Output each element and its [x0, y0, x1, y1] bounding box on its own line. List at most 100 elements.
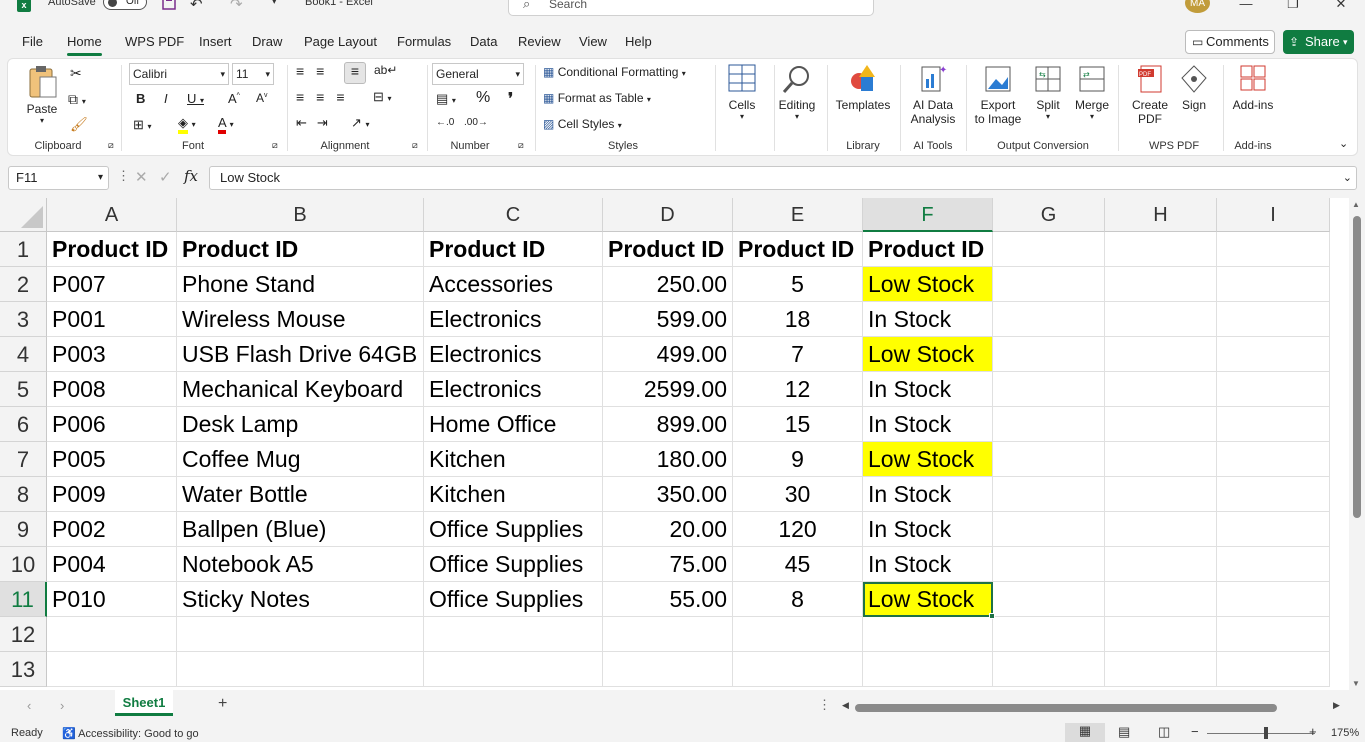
ai-data-analysis-button[interactable]: ✦ AI Data Analysis [906, 63, 960, 126]
cell-h1[interactable] [1105, 232, 1217, 267]
cell-e1[interactable]: Product ID [733, 232, 863, 267]
underline-icon[interactable]: U ▾ [187, 91, 204, 106]
cancel-icon[interactable]: ✕ [135, 168, 148, 186]
cell-g7[interactable] [993, 442, 1105, 477]
formula-input[interactable]: Low Stock ⌄ [209, 166, 1357, 190]
cell-styles-button[interactable]: ▨ Cell Styles ▾ [543, 117, 622, 131]
row-header-9[interactable]: 9 [0, 512, 47, 547]
cell-a8[interactable]: P009 [47, 477, 177, 512]
cell-e3[interactable]: 18 [733, 302, 863, 337]
cell-i4[interactable] [1217, 337, 1330, 372]
cell-e5[interactable]: 12 [733, 372, 863, 407]
cell-a9[interactable]: P002 [47, 512, 177, 547]
cell-f6[interactable]: In Stock [863, 407, 993, 442]
cell-i10[interactable] [1217, 547, 1330, 582]
tab-formulas[interactable]: Formulas [397, 30, 451, 54]
vertical-scroll-thumb[interactable] [1353, 216, 1361, 518]
tab-insert[interactable]: Insert [199, 30, 232, 54]
share-button[interactable]: ⇪ Share ▾ [1283, 30, 1354, 54]
tab-data[interactable]: Data [470, 30, 497, 54]
cell-a12[interactable] [47, 617, 177, 652]
font-color-icon[interactable]: A ▾ [218, 115, 234, 134]
cell-a6[interactable]: P006 [47, 407, 177, 442]
cell-e8[interactable]: 30 [733, 477, 863, 512]
insert-function-icon[interactable]: fx [184, 167, 198, 185]
tab-review[interactable]: Review [518, 30, 561, 54]
cell-c5[interactable]: Electronics [424, 372, 603, 407]
tab-view[interactable]: View [579, 30, 607, 54]
cell-g4[interactable] [993, 337, 1105, 372]
cell-d10[interactable]: 75.00 [603, 547, 733, 582]
cell-b8[interactable]: Water Bottle [177, 477, 424, 512]
cell-h12[interactable] [1105, 617, 1217, 652]
column-header-e[interactable]: E [733, 198, 863, 232]
cell-g11[interactable] [993, 582, 1105, 617]
cell-f5[interactable]: In Stock [863, 372, 993, 407]
zoom-slider[interactable] [1207, 733, 1315, 734]
editing-button[interactable]: Editing ▾ [778, 63, 816, 121]
autosave-toggle[interactable]: Off [103, 0, 147, 10]
horizontal-align-icons[interactable]: ≡≡≡ [296, 89, 357, 105]
export-to-image-button[interactable]: Export to Image [970, 63, 1026, 126]
cell-f1[interactable]: Product ID [863, 232, 993, 267]
format-painter-icon[interactable]: 🖌 [70, 116, 88, 133]
row-header-4[interactable]: 4 [0, 337, 47, 372]
cell-i12[interactable] [1217, 617, 1330, 652]
row-header-6[interactable]: 6 [0, 407, 47, 442]
cell-c3[interactable]: Electronics [424, 302, 603, 337]
column-header-g[interactable]: G [993, 198, 1105, 232]
add-ins-button[interactable]: Add-ins [1230, 63, 1276, 112]
font-name-select[interactable]: Calibri ▾ [129, 63, 229, 85]
cell-f11[interactable]: Low Stock [863, 582, 993, 617]
cell-g5[interactable] [993, 372, 1105, 407]
cell-c2[interactable]: Accessories [424, 267, 603, 302]
comments-button[interactable]: ▭ Comments [1185, 30, 1275, 54]
alignment-launcher-icon[interactable]: ⧄ [412, 140, 418, 151]
cell-i13[interactable] [1217, 652, 1330, 687]
cell-b5[interactable]: Mechanical Keyboard [177, 372, 424, 407]
cell-f4[interactable]: Low Stock [863, 337, 993, 372]
split-button[interactable]: ⇆ Split ▾ [1032, 63, 1064, 121]
row-header-8[interactable]: 8 [0, 477, 47, 512]
cell-f8[interactable]: In Stock [863, 477, 993, 512]
scroll-left-icon[interactable]: ◀ [842, 700, 849, 711]
worksheet-grid[interactable]: ABCDEFGHI 1 2 3 4 5 6 7 8 9 10 11 12 13 Product ID Pr… [0, 198, 1349, 690]
cell-c4[interactable]: Electronics [424, 337, 603, 372]
font-launcher-icon[interactable]: ⧄ [272, 140, 278, 151]
cell-c9[interactable]: Office Supplies [424, 512, 603, 547]
cell-e13[interactable] [733, 652, 863, 687]
tab-file[interactable]: File [22, 30, 43, 54]
row-header-2[interactable]: 2 [0, 267, 47, 302]
cell-c11[interactable]: Office Supplies [424, 582, 603, 617]
cell-g12[interactable] [993, 617, 1105, 652]
row-header-7[interactable]: 7 [0, 442, 47, 477]
paste-button[interactable]: Paste ▾ [24, 65, 60, 125]
font-size-select[interactable]: 11 ▾ [232, 63, 274, 85]
cell-b11[interactable]: Sticky Notes [177, 582, 424, 617]
column-header-d[interactable]: D [603, 198, 733, 232]
cell-d4[interactable]: 499.00 [603, 337, 733, 372]
column-header-c[interactable]: C [424, 198, 603, 232]
cell-f2[interactable]: Low Stock [863, 267, 993, 302]
column-header-f[interactable]: F [863, 198, 993, 232]
format-as-table-button[interactable]: ▦ Format as Table ▾ [543, 91, 651, 105]
fill-handle[interactable] [989, 613, 995, 619]
cell-b3[interactable]: Wireless Mouse [177, 302, 424, 337]
row-header-5[interactable]: 5 [0, 372, 47, 407]
merge-center-icon[interactable]: ⊟ ▾ [373, 89, 392, 105]
cell-g8[interactable] [993, 477, 1105, 512]
clipboard-launcher-icon[interactable]: ⧄ [108, 140, 114, 151]
indent-icons[interactable]: ⇤⇥ [296, 115, 338, 131]
column-header-i[interactable]: I [1217, 198, 1330, 232]
cell-d6[interactable]: 899.00 [603, 407, 733, 442]
column-header-a[interactable]: A [47, 198, 177, 232]
cell-h6[interactable] [1105, 407, 1217, 442]
cell-i11[interactable] [1217, 582, 1330, 617]
row-header-13[interactable]: 13 [0, 652, 47, 687]
vertical-scrollbar[interactable]: ▲ ▼ [1349, 198, 1365, 690]
cell-h8[interactable] [1105, 477, 1217, 512]
cell-i6[interactable] [1217, 407, 1330, 442]
cell-g6[interactable] [993, 407, 1105, 442]
cell-h7[interactable] [1105, 442, 1217, 477]
cell-c7[interactable]: Kitchen [424, 442, 603, 477]
